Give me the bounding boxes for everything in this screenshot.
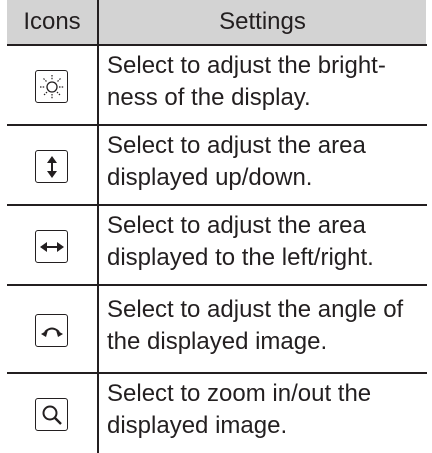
table-row: Select to adjust the angle of the displa… — [0, 290, 432, 368]
setting-description: Select to adjust the area displayed up/d… — [107, 132, 366, 191]
setting-description: Select to zoom in/out the displayed imag… — [107, 380, 372, 439]
settings-table: Icons Settings Select to adjust the brig… — [0, 0, 432, 453]
angle-adjust-icon — [35, 314, 68, 347]
up-down-arrow-icon — [35, 150, 68, 183]
header-settings: Settings — [99, 0, 426, 44]
setting-description: Select to adjust the angle of the displa… — [107, 296, 404, 355]
zoom-icon — [35, 398, 68, 431]
setting-description: Select to adjust the area displayed to t… — [107, 212, 374, 271]
table-row: Select to adjust the area displayed up/d… — [0, 126, 432, 204]
left-right-arrow-icon — [35, 230, 68, 263]
table-row: Select to zoom in/out the displayed imag… — [0, 374, 432, 452]
table-row: Select to adjust the bright- ness of the… — [0, 46, 432, 124]
brightness-icon — [35, 70, 68, 103]
header-icons: Icons — [7, 0, 97, 44]
table-row: Select to adjust the area displayed to t… — [0, 206, 432, 284]
divider — [7, 284, 427, 286]
setting-description: Select to adjust the bright- ness of the… — [107, 52, 386, 111]
